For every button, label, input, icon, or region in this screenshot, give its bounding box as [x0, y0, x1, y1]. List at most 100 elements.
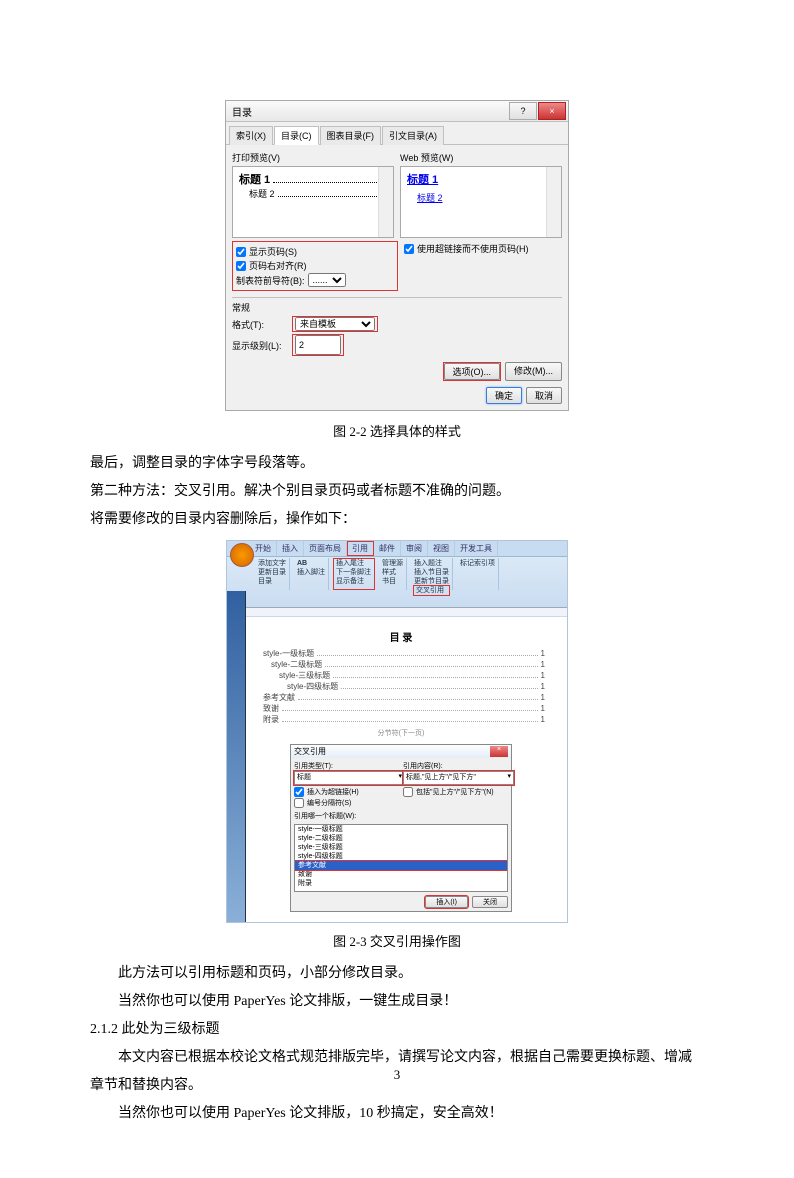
crossref-list-item[interactable]: style-四级标题	[295, 852, 507, 861]
ribbon-group-footnote-btns: 插入尾注 下一条脚注 显示备注	[333, 558, 375, 591]
scrollbar[interactable]	[546, 167, 561, 237]
cross-reference-button[interactable]: 交叉引用	[414, 586, 449, 595]
tab-citations[interactable]: 引文目录(A)	[382, 126, 444, 145]
next-footnote[interactable]: 下一条脚注	[336, 568, 371, 577]
dialog-tabs: 索引(X) 目录(C) 图表目录(F) 引文目录(A)	[226, 122, 568, 145]
insert-as-hyperlink-label: 插入为超链接(H)	[307, 787, 359, 797]
chevron-down-icon: ▾	[398, 772, 402, 784]
tab-leader-label: 制表符前导符(B):	[236, 274, 305, 287]
ribbon-tab-review[interactable]: 审阅	[401, 541, 428, 556]
divider	[232, 297, 562, 298]
use-hyperlinks-checkbox[interactable]	[404, 244, 414, 254]
ribbon-toc[interactable]: 目录	[258, 577, 286, 586]
scrollbar[interactable]	[378, 167, 393, 237]
tab-toc[interactable]: 目录(C)	[274, 126, 319, 145]
show-levels-spinner[interactable]	[295, 335, 341, 355]
show-levels-label: 显示级别(L):	[232, 339, 288, 352]
tab-index[interactable]: 索引(X)	[229, 126, 273, 145]
ribbon-tab-insert[interactable]: 插入	[277, 541, 304, 556]
insert-caption[interactable]: 插入题注	[414, 559, 449, 568]
insert-footnote[interactable]: 插入脚注	[297, 568, 325, 577]
update-table[interactable]: 更新节目录	[414, 577, 449, 586]
close-icon[interactable]: ×	[490, 746, 508, 757]
close-button[interactable]: 关闭	[472, 896, 508, 908]
insert-as-hyperlink-checkbox[interactable]	[294, 787, 304, 797]
doc-toc-line: 附录1	[263, 714, 545, 725]
web-preview-h1[interactable]: 标题 1	[407, 174, 438, 186]
figure-2-3-caption: 图 2-3 交叉引用操作图	[90, 931, 704, 950]
ribbon-update-toc[interactable]: 更新目录	[258, 568, 286, 577]
paragraph: 当然你也可以使用 PaperYes 论文排版，一键生成目录！	[90, 988, 704, 1016]
cancel-button[interactable]: 取消	[526, 387, 562, 404]
ribbon-tabs: 开始 插入 页面布局 引用 邮件 审阅 视图 开发工具	[227, 541, 567, 557]
right-align-label: 页码右对齐(R)	[249, 259, 307, 272]
show-page-numbers-checkbox[interactable]	[236, 247, 246, 257]
close-icon[interactable]: ×	[538, 102, 566, 120]
crossref-item-list[interactable]: style-一级标题 style-二级标题 style-三级标题 style-四…	[294, 824, 508, 892]
web-preview-box: 标题 1 标题 2	[400, 166, 562, 238]
doc-toc-line: style-一级标题1	[263, 648, 545, 659]
include-above-below-label: 包括"见上方"/"见下方"(N)	[416, 787, 494, 797]
page-number: 3	[0, 1067, 794, 1083]
ref-content-select[interactable]: 标题,"见上方"/"见下方"▾	[403, 771, 514, 785]
show-notes[interactable]: 显示备注	[336, 577, 371, 586]
crossref-list-item[interactable]: 附录	[295, 879, 507, 888]
modify-button[interactable]: 修改(M)...	[505, 362, 562, 381]
right-align-checkbox[interactable]	[236, 261, 246, 271]
options-button[interactable]: 选项(O)...	[444, 363, 501, 380]
help-icon[interactable]: ?	[509, 102, 537, 120]
dialog-titlebar: 目录 ? ×	[226, 101, 568, 122]
general-section: 常规 格式(T): 来自模板 显示级别(L):	[232, 301, 562, 356]
num-separator-checkbox[interactable]	[294, 798, 304, 808]
insert-endnote[interactable]: 插入尾注	[336, 559, 371, 568]
figure-2-2-caption: 图 2-2 选择具体的样式	[90, 421, 704, 440]
ribbon-tab-view[interactable]: 视图	[428, 541, 455, 556]
crossref-title: 交叉引用	[294, 746, 326, 757]
ribbon-group-toc: 添加文字 更新目录 目录	[255, 558, 290, 591]
ribbon-biblio[interactable]: 书目	[382, 577, 403, 586]
ribbon-group-citations: 管理源 样式 书目	[379, 558, 407, 591]
ribbon-tab-layout[interactable]: 页面布局	[304, 541, 347, 556]
ribbon-style[interactable]: 样式	[382, 568, 403, 577]
ref-type-select[interactable]: 标题▾	[294, 771, 405, 785]
web-preview-column: Web 预览(W) 标题 1 标题 2	[400, 151, 562, 238]
crossref-list-item[interactable]: style-二级标题	[295, 834, 507, 843]
print-preview-column: 打印预览(V) 标题 1 1 标题 2 3	[232, 151, 394, 238]
footnote-ab-icon[interactable]: AB	[297, 559, 325, 568]
web-preview-h2[interactable]: 标题 2	[417, 193, 443, 203]
ref-content-label: 引用内容(R):	[403, 761, 508, 771]
doc-toc-line: style-三级标题1	[279, 670, 545, 681]
paragraph: 当然你也可以使用 PaperYes 论文排版，10 秒搞定，安全高效！	[90, 1100, 704, 1128]
general-label: 常规	[232, 301, 562, 314]
paragraph: 此方法可以引用标题和页码，小部分修改目录。	[90, 960, 704, 988]
crossref-list-item[interactable]: style-一级标题	[295, 825, 507, 834]
tab-leader-select[interactable]: ......	[308, 273, 346, 287]
show-page-numbers-label: 显示页码(S)	[249, 245, 297, 258]
ribbon-tab-developer[interactable]: 开发工具	[455, 541, 498, 556]
toc-dialog: 目录 ? × 索引(X) 目录(C) 图表目录(F) 引文目录(A) 打印预览(…	[225, 100, 569, 411]
paragraph: 最后，调整目录的字体字号段落等。	[90, 450, 704, 478]
ribbon-mark-entry[interactable]: 标记索引项	[460, 559, 495, 568]
ok-button[interactable]: 确定	[486, 387, 522, 404]
print-preview-box: 标题 1 1 标题 2 3	[232, 166, 394, 238]
ribbon-tab-references[interactable]: 引用	[347, 541, 374, 556]
crossref-list-item[interactable]: 参考文献	[295, 861, 507, 870]
manage-sources[interactable]: 管理源	[382, 559, 403, 568]
nav-pane[interactable]	[227, 591, 246, 922]
dialog-body: 打印预览(V) 标题 1 1 标题 2 3	[226, 145, 568, 410]
insert-table-figures[interactable]: 插入节目录	[414, 568, 449, 577]
ribbon-add-text[interactable]: 添加文字	[258, 559, 286, 568]
include-above-below-checkbox[interactable]	[403, 787, 413, 797]
format-select[interactable]: 来自模板	[295, 317, 375, 331]
heading-2-1-2: 2.1.2 此处为三级标题	[90, 1016, 704, 1044]
tab-figures[interactable]: 图表目录(F)	[320, 126, 382, 145]
crossref-list-item[interactable]: style-三级标题	[295, 843, 507, 852]
document-area: 目 录 style-一级标题1style-二级标题1style-三级标题1sty…	[227, 617, 567, 922]
insert-button[interactable]: 插入(I)	[425, 896, 468, 908]
paragraph: 将需要修改的目录内容删除后，操作如下：	[90, 506, 704, 534]
ribbon-tab-mailings[interactable]: 邮件	[374, 541, 401, 556]
crossref-list-item[interactable]: 致谢	[295, 870, 507, 879]
office-button-icon[interactable]	[230, 543, 254, 567]
doc-toc-line: 致谢1	[263, 703, 545, 714]
print-preview-label: 打印预览(V)	[232, 151, 394, 164]
